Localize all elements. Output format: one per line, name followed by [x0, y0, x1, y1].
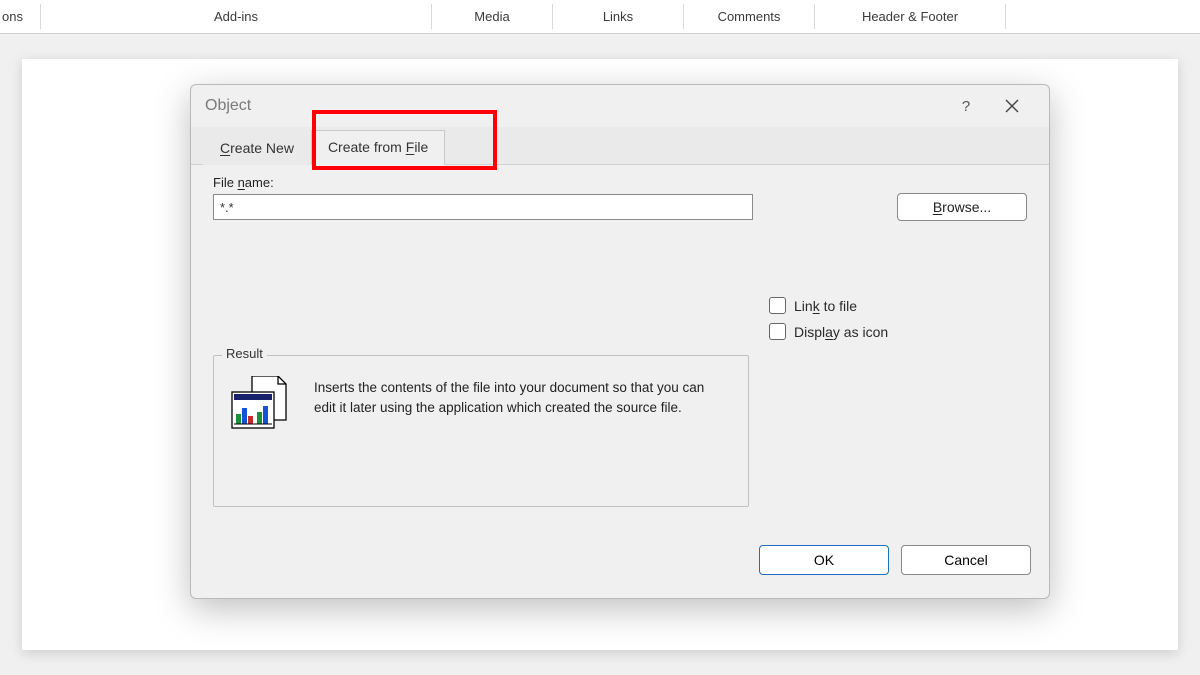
dialog-titlebar: Object ?	[191, 85, 1049, 127]
object-dialog: Object ? Create New Create from File Fil…	[190, 84, 1050, 599]
close-icon	[1005, 99, 1019, 113]
ribbon-bar: ons Add-ins Media Links Comments Header …	[0, 0, 1200, 34]
ribbon-item-partial[interactable]: ons	[0, 0, 40, 33]
ribbon-item-addins[interactable]: Add-ins	[41, 0, 431, 33]
result-content: Inserts the contents of the file into yo…	[228, 376, 734, 438]
browse-button[interactable]: Browse...	[897, 193, 1027, 221]
dialog-body: File name: Browse... Link to file Displa…	[191, 165, 1049, 532]
display-as-icon-checkbox[interactable]: Display as icon	[769, 323, 888, 340]
link-to-file-input[interactable]	[769, 297, 786, 314]
ribbon-item-header-footer[interactable]: Header & Footer	[815, 0, 1005, 33]
close-button[interactable]	[989, 85, 1035, 127]
file-name-input[interactable]	[213, 194, 753, 220]
ok-button[interactable]: OK	[759, 545, 889, 575]
link-to-file-checkbox[interactable]: Link to file	[769, 297, 888, 314]
file-name-label: File name:	[213, 175, 1027, 190]
result-legend: Result	[222, 346, 267, 361]
tab-create-new[interactable]: Create New	[203, 131, 311, 165]
help-icon: ?	[962, 98, 970, 115]
dialog-title: Object	[205, 97, 943, 115]
display-as-icon-label: Display as icon	[794, 324, 888, 340]
display-as-icon-input[interactable]	[769, 323, 786, 340]
result-description: Inserts the contents of the file into yo…	[314, 376, 714, 417]
ribbon-item-links[interactable]: Links	[553, 0, 683, 33]
dialog-tabs: Create New Create from File	[191, 127, 1049, 165]
file-row: Browse...	[213, 193, 1027, 221]
result-fieldset: Result	[213, 355, 749, 507]
ribbon-separator	[1005, 4, 1006, 29]
link-to-file-label: Link to file	[794, 298, 857, 314]
help-button[interactable]: ?	[943, 85, 989, 127]
checkbox-group: Link to file Display as icon	[769, 297, 888, 340]
ribbon-item-media[interactable]: Media	[432, 0, 552, 33]
tab-create-from-file[interactable]: Create from File	[311, 130, 445, 165]
cancel-button[interactable]: Cancel	[901, 545, 1031, 575]
dialog-footer: OK Cancel	[191, 532, 1049, 588]
ribbon-item-comments[interactable]: Comments	[684, 0, 814, 33]
document-chart-icon	[228, 376, 298, 438]
